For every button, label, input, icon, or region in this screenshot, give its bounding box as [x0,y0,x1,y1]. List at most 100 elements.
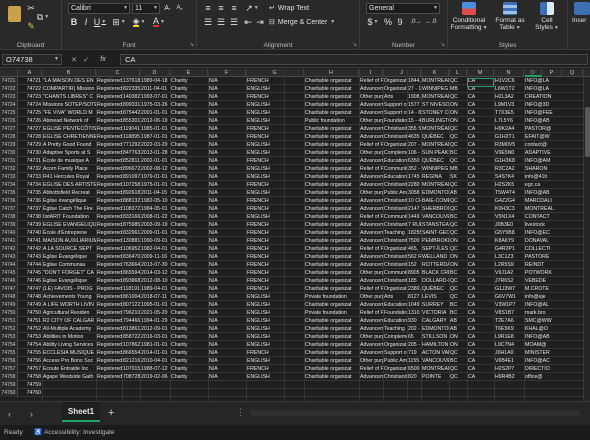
cell-o[interactable]: QC [449,245,467,253]
cell-l[interactable]: Christianit [383,181,407,189]
cell-q[interactable]: J0H1A0 [494,349,524,357]
cell-f[interactable]: Charity [170,165,208,173]
cell-r[interactable]: ADAPTIVE [524,149,583,157]
row-header[interactable]: 74728 [0,133,18,141]
cell-b[interactable]: Eglise Évangélique [42,253,96,261]
row-header[interactable]: 74722 [0,85,18,93]
row-header[interactable]: 74725 [0,109,18,117]
cell-g[interactable]: N/A [208,133,246,141]
cell-r[interactable]: INFO@AC [524,357,583,365]
cell-k[interactable]: Advancemer [359,317,383,325]
cell-h[interactable]: FRENCH [246,277,284,285]
cell-r[interactable]: SMC@WW [524,317,583,325]
cell-f[interactable]: Charity [170,133,208,141]
cell-m[interactable]: 1449 [407,213,421,221]
cell-r[interactable]: PASTOR@ [524,125,583,133]
cell-a[interactable]: 74749 [18,301,42,309]
cell-f[interactable]: Charity [170,325,208,333]
cell-g[interactable]: N/A [208,301,246,309]
cell-f[interactable]: Charity [170,149,208,157]
cell-n2[interactable]: EDMONTON [421,325,449,333]
cell-k[interactable]: Advancemer [359,133,383,141]
cell-f[interactable]: Charity [170,229,208,237]
cell-q[interactable]: V3W1P7 [494,301,524,309]
cell-m[interactable]: 15 - 4131 [407,117,421,125]
column-header-b[interactable]: B [42,69,96,77]
cell-d[interactable]: 118191 [122,285,140,293]
row-header[interactable]: 74750 [0,309,18,317]
cell-a[interactable]: 74745 [18,269,42,277]
cell-c[interactable]: Registered [96,165,122,173]
cell-e[interactable]: 1993-07-01 [140,93,170,101]
row-header[interactable]: 74732 [0,165,18,173]
cell-p[interactable]: CA [467,93,494,101]
column-header-i[interactable]: I [359,69,383,77]
cell-j[interactable]: Charitable organizat [304,229,359,237]
cell-e[interactable]: 2011-04-15 [140,189,170,197]
table-row[interactable]: 74726 74726 Abinead Network of Registered 85… [0,117,590,125]
cell-b[interactable]: Acorn Family Place [42,165,96,173]
cell-e[interactable]: 2011-04-01 [140,85,170,93]
cell-p[interactable] [467,389,494,397]
cell-r[interactable]: POTWORK [524,269,583,277]
increase-decimal-icon[interactable]: .0→ [410,17,422,27]
row-header[interactable]: 74744 [0,261,18,269]
column-header-n[interactable]: N [494,69,524,77]
cell-c[interactable]: Registered [96,101,122,109]
cell-l[interactable]: Public Am [383,357,407,365]
cell-a[interactable]: 74727 [18,125,42,133]
cell-f[interactable]: Charity [170,333,208,341]
cell-d[interactable]: 106952 [122,245,140,253]
cell-o[interactable]: MB [449,85,467,93]
cell-k[interactable]: Other purpo [359,293,383,301]
cell-g[interactable]: N/A [208,109,246,117]
cell-j[interactable]: Private foundation [304,293,359,301]
cell-a[interactable]: 74721 [18,77,42,85]
table-row[interactable]: 74737 74737 Église Catch The Fire Registere… [0,205,590,213]
cell-g[interactable]: N/A [208,149,246,157]
cell-k[interactable]: Advancemer [359,349,383,357]
cell-k[interactable]: Advancemer [359,325,383,333]
cell-h[interactable]: FRENCH [246,229,284,237]
cell-p[interactable]: CA [467,301,494,309]
cell-c[interactable]: Registered [96,269,122,277]
row-header[interactable]: 74731 [0,157,18,165]
cell-n2[interactable]: WINNIPEG [421,85,449,93]
cell-h[interactable]: ENGLISH [246,325,284,333]
column-header-j[interactable]: J [383,69,421,77]
cell-j[interactable] [304,381,359,389]
cell-j[interactable]: Charitable organizat [304,325,359,333]
cell-g[interactable]: N/A [208,357,246,365]
cell-l[interactable]: Christianit [383,197,407,205]
cell-h[interactable]: ENGLISH [246,165,284,173]
cell-h[interactable]: FRENCH [246,93,284,101]
cell-m[interactable]: 27 - 1639 [407,85,421,93]
cell-f[interactable]: Charity [170,157,208,165]
cell-j[interactable]: Charitable organizat [304,245,359,253]
cell-c[interactable]: Registered [96,213,122,221]
cell-b[interactable]: Abilities in Motion [42,333,96,341]
column-header-o[interactable]: O [524,69,542,77]
cell-d[interactable]: 137618 [122,77,140,85]
row-header[interactable]: 74752 [0,325,18,333]
cell-d[interactable] [122,389,140,397]
cell-a[interactable]: 74732 [18,165,42,173]
cell-b[interactable]: Eglise évangélique [42,197,96,205]
table-row[interactable]: 74738 74738 IistARIT Foundation Registered 8… [0,213,590,221]
cell-g[interactable]: N/A [208,205,246,213]
cell-l[interactable]: Communit [383,269,407,277]
cell-n2[interactable]: MONTREAL [421,93,449,101]
column-header-a[interactable]: A [18,69,42,77]
number-format-select[interactable]: General ▼ [366,3,440,14]
cell-n2[interactable]: BLACK CREEK [421,269,449,277]
column-header-k[interactable]: K [421,69,449,77]
cell-c[interactable]: Registered [96,221,122,229]
cell-r[interactable]: EFAIT@W [524,133,583,141]
cell-o[interactable]: QC [449,197,467,205]
cell-c[interactable]: Registered [96,149,122,157]
row-header[interactable]: 74749 [0,301,18,309]
table-row[interactable]: 74750 74750 Agricultural Residen Registered… [0,309,590,317]
cell-r[interactable]: REINDT [524,261,583,269]
cell-g[interactable]: N/A [208,253,246,261]
cell-l[interactable]: Support of [383,109,407,117]
